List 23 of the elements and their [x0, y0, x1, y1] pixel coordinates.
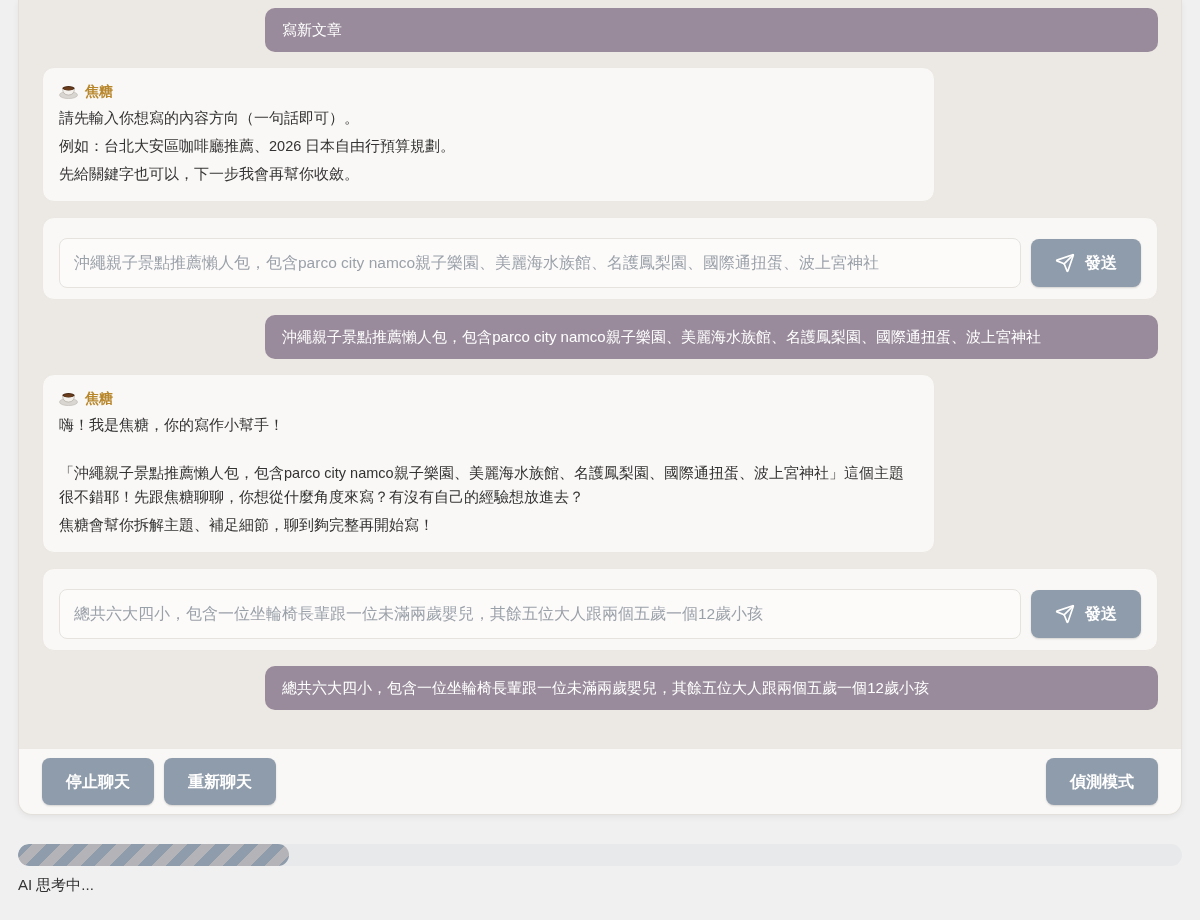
- assistant-name: 焦糖: [85, 389, 113, 408]
- paper-plane-icon: [1055, 604, 1075, 624]
- send-button[interactable]: 發送: [1031, 590, 1141, 638]
- message-input-field[interactable]: 沖繩親子景點推薦懶人包，包含parco city namco親子樂園、美麗海水族館、名護鳳梨園、國際通扭蛋、波上宮神社: [59, 238, 1021, 288]
- paper-plane-icon: [1055, 253, 1075, 273]
- message-text: 焦糖會幫你拆解主題、補足細節，聊到夠完整再開始寫！: [59, 516, 435, 535]
- user-message-bubble: 沖繩親子景點推薦懶人包，包含parco city namco親子樂園、美麗海水族館、名護鳳梨園、國際通扭蛋、波上宮神社: [265, 315, 1158, 359]
- message-text: 先給關鍵字也可以，下一步我會再幫你收斂。: [59, 165, 360, 184]
- user-message-bubble: 總共六大四小，包含一位坐輪椅長輩跟一位未滿兩歲嬰兒，其餘五位大人跟兩個五歲一個12歲小孩: [265, 666, 1158, 710]
- chat-action-button[interactable]: 重新聊天: [164, 758, 276, 805]
- chat-action-button[interactable]: 停止聊天: [42, 758, 154, 805]
- status-text: AI 思考中...: [18, 875, 94, 895]
- chat-action-button[interactable]: 偵測模式: [1046, 758, 1158, 805]
- message-text: 請先輸入你想寫的內容方向（一句話即可）。: [59, 109, 360, 128]
- coffee-cup-icon: [59, 83, 78, 99]
- assistant-name: 焦糖: [85, 82, 113, 101]
- message-text: 嗨！我是焦糖，你的寫作小幫手！: [59, 416, 285, 435]
- user-message-bubble: 寫新文章: [265, 8, 1158, 52]
- message-input-field[interactable]: 總共六大四小，包含一位坐輪椅長輩跟一位未滿兩歲嬰兒，其餘五位大人跟兩個五歲一個12歲小孩: [59, 589, 1021, 639]
- message-text: 「沖繩親子景點推薦懶人包，包含parco city namco親子樂園、美麗海水族館、名護鳳梨園、國際通扭蛋、波上宮神社」這個主題很不錯耶！先跟焦糖聊聊，你想從什麼角度來寫？有沒有自己的經驗想放進去？: [59, 464, 905, 507]
- coffee-cup-icon: [59, 390, 78, 406]
- message-text: 例如：台北大安區咖啡廳推薦、2026 日本自由行預算規劃。: [59, 137, 457, 156]
- send-button[interactable]: 發送: [1031, 239, 1141, 287]
